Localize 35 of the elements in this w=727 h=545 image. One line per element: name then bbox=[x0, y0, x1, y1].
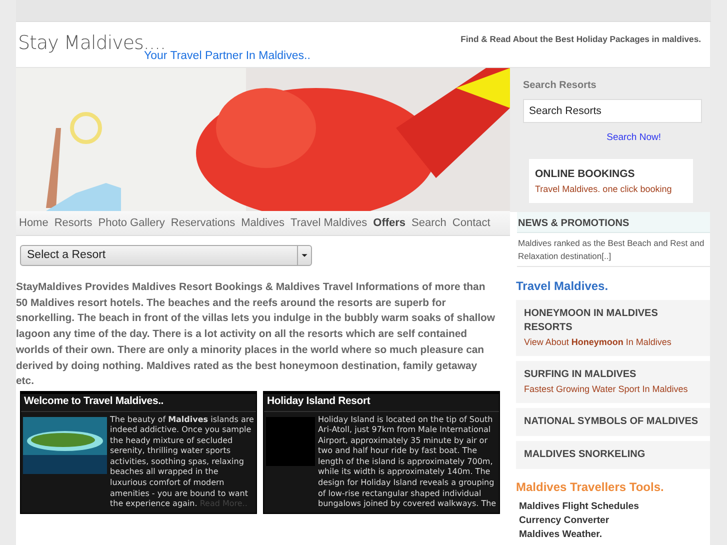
card-text: Holiday Island is located on the tip of South Ari-Atoll, just 97km from Male International Airport, approximately 35 minute by air or two and half hour ride by fast boat. The length of the island is approximately 700m, while its width is approximately 140m. The design for Holiday Island reveals a grouping of low-rise rectangular shaped individual bungalows joined by covered walkways. The bbox=[318, 414, 497, 510]
tagline: Your Travel Partner In Maldives.. bbox=[144, 50, 310, 64]
news-item[interactable]: Maldives ranked as the Best Beach and Rest and Relaxation destination[..] bbox=[517, 233, 710, 267]
news-heading: NEWS & PROMOTIONS bbox=[517, 212, 710, 233]
travel-title[interactable]: HONEYMOON IN MALDIVES RESORTS bbox=[524, 307, 706, 335]
tool-link[interactable]: Maldives Flight Schedules bbox=[519, 500, 710, 514]
search-heading: Search Resorts bbox=[523, 79, 598, 93]
tool-link[interactable]: Currency Converter bbox=[519, 514, 710, 528]
slogan: Find & Read About the Best Holiday Packages in maldives. bbox=[460, 33, 701, 46]
tools-heading: Maldives Travellers Tools. bbox=[516, 479, 665, 496]
online-bookings-link[interactable]: Travel Maldives. one click booking bbox=[535, 183, 687, 196]
search-now-link[interactable]: Search Now! bbox=[523, 131, 702, 146]
travel-subtitle[interactable]: Fastest Growing Water Sport In Maldives bbox=[524, 382, 706, 396]
travel-subtitle[interactable]: View About Honeymoon In Maldives bbox=[524, 335, 706, 349]
card-title: Holiday Island Resort bbox=[264, 394, 499, 412]
search-field[interactable]: Search Resorts bbox=[523, 99, 702, 123]
travel-title[interactable]: NATIONAL SYMBOLS OF MALDIVES bbox=[524, 415, 706, 429]
select-value: Select a Resort bbox=[27, 248, 106, 263]
nav-link[interactable]: Travel Maldives bbox=[288, 211, 370, 235]
card-title: Welcome to Travel Maldives.. bbox=[21, 394, 256, 412]
travel-title[interactable]: SURFING IN MALDIVES bbox=[524, 368, 706, 382]
tool-link[interactable]: Maldives Weather. bbox=[519, 528, 710, 542]
intro-paragraph: StayMaldives Provides Maldives Resort Bookings & Maldives Travel Informations of more than 50 Maldives resort hotels. The beaches and the reefs around the resorts are superb for snorkelling. The beach in front of the villas lets you indulge in the bubbly warm soaks of shallow lagoon any time of the day. There is a lot activity on all the resorts which are self contained worlds of their own. There are only a minority places in the world where so much pleasure can derived by doing nothing. Maldives rated as the best honeymoon destination, family getaway etc. bbox=[16, 281, 496, 390]
resort-select[interactable]: Select a Resort bbox=[20, 245, 312, 266]
nav-link[interactable]: Resorts bbox=[51, 211, 96, 235]
nav-link[interactable]: Photo Gallery bbox=[95, 211, 168, 235]
nav-link[interactable]: Maldives bbox=[238, 211, 288, 235]
online-bookings-title: ONLINE BOOKINGS bbox=[535, 167, 636, 182]
travel-heading: Travel Maldives. bbox=[516, 278, 610, 295]
nav-link[interactable]: Search bbox=[408, 211, 450, 235]
nav-link[interactable]: Offers bbox=[370, 211, 409, 235]
nav-link[interactable]: Reservations bbox=[168, 211, 238, 235]
travel-title[interactable]: MALDIVES SNORKELING bbox=[524, 448, 706, 462]
nav-link[interactable]: Contact bbox=[449, 211, 494, 235]
nav-link[interactable]: Home bbox=[16, 211, 52, 235]
